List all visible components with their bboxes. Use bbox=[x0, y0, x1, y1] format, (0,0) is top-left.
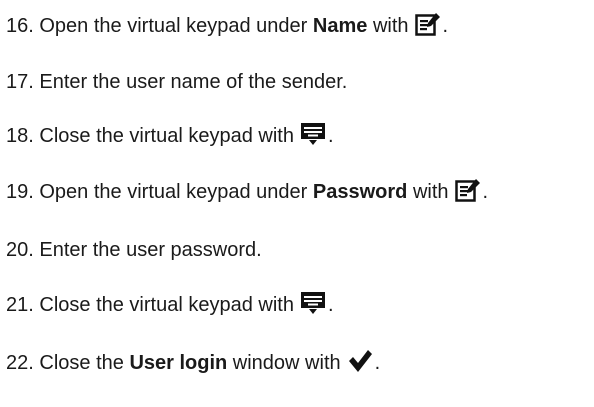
step-number: 18. bbox=[6, 125, 34, 147]
step-text: Enter the user password. bbox=[39, 239, 262, 261]
step-end: . bbox=[442, 15, 449, 37]
step-17: 17. Enter the user name of the sender. bbox=[6, 70, 347, 94]
step-end: . bbox=[327, 125, 334, 147]
step-text: Close the bbox=[39, 352, 124, 374]
step-text: Enter the user name of the sender. bbox=[39, 71, 348, 93]
step-number: 19. bbox=[6, 181, 34, 203]
step-number: 22. bbox=[6, 352, 34, 374]
step-number: 21. bbox=[6, 294, 34, 316]
step-22: 22. Close the User login window with . bbox=[6, 349, 380, 375]
step-end: . bbox=[327, 294, 334, 316]
step-text-post: window with bbox=[232, 352, 341, 374]
edit-icon bbox=[454, 178, 481, 202]
keyboard-close-icon bbox=[300, 291, 326, 315]
step-text: Close the virtual keypad with bbox=[39, 294, 294, 316]
step-text: Open the virtual keypad under bbox=[39, 181, 308, 203]
step-number: 20. bbox=[6, 239, 34, 261]
checkmark-icon bbox=[347, 349, 373, 373]
step-16: 16. Open the virtual keypad under Name w… bbox=[6, 12, 448, 38]
step-text-post: with bbox=[412, 181, 449, 203]
field-password-label: Password bbox=[312, 181, 408, 203]
step-text: Open the virtual keypad under bbox=[39, 15, 308, 37]
step-19: 19. Open the virtual keypad under Passwo… bbox=[6, 178, 488, 204]
keyboard-close-icon bbox=[300, 122, 326, 146]
step-20: 20. Enter the user password. bbox=[6, 238, 262, 262]
step-text: Close the virtual keypad with bbox=[39, 125, 294, 147]
field-name-label: Name bbox=[312, 15, 368, 37]
step-18: 18. Close the virtual keypad with . bbox=[6, 122, 334, 148]
step-end: . bbox=[482, 181, 489, 203]
step-number: 16. bbox=[6, 15, 34, 37]
edit-icon bbox=[414, 12, 441, 36]
step-21: 21. Close the virtual keypad with . bbox=[6, 291, 334, 317]
window-user-login-label: User login bbox=[129, 352, 228, 374]
step-number: 17. bbox=[6, 71, 34, 93]
step-text-post: with bbox=[372, 15, 409, 37]
step-end: . bbox=[374, 352, 381, 374]
instruction-steps: 16. Open the virtual keypad under Name w… bbox=[0, 0, 594, 407]
